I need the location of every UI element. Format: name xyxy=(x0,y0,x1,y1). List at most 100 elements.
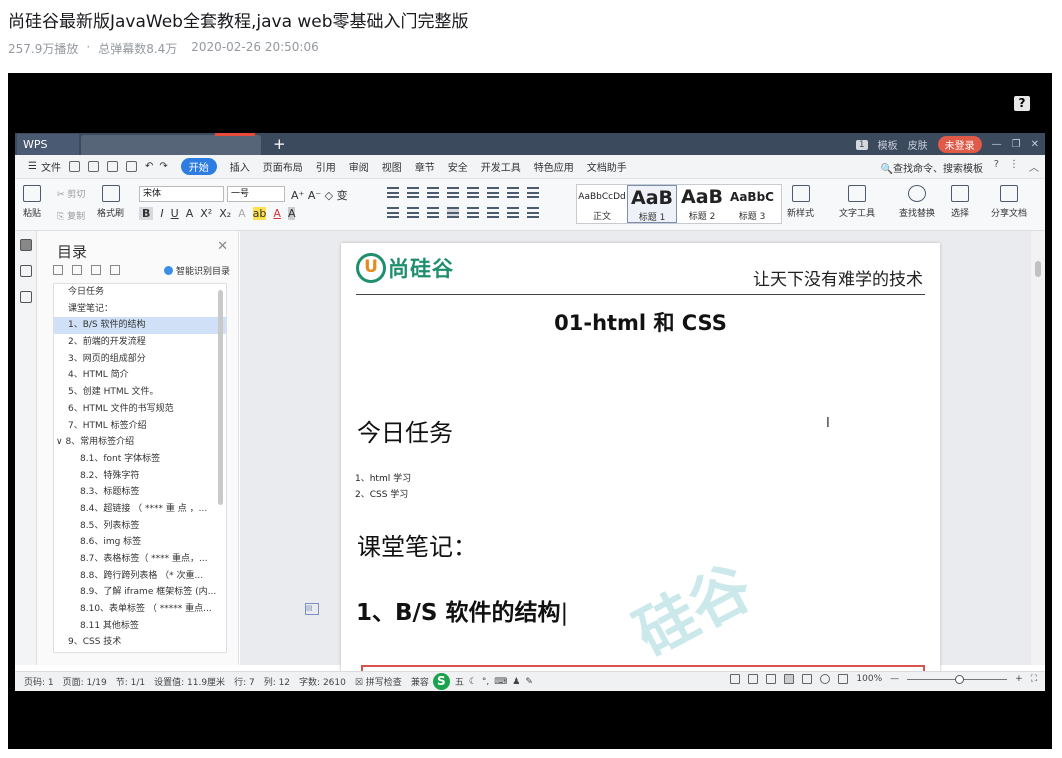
chinese-layout-icon[interactable] xyxy=(467,187,479,198)
video-player[interactable]: ? WPS + 1 模板 皮肤 未登录 — ❐ ✕ ☰ 文件 ↶ ↷ 开始 插入… xyxy=(8,73,1052,749)
zoom-slider[interactable] xyxy=(907,674,1008,684)
user-icon[interactable]: ♟ xyxy=(512,677,520,687)
export-icon[interactable] xyxy=(87,161,99,172)
style-heading2[interactable]: AaB 标题 2 xyxy=(677,185,727,223)
redo-icon[interactable]: ↷ xyxy=(159,161,167,172)
toc-item[interactable]: 8.6、img 标签 xyxy=(54,534,226,551)
zoom-slider-thumb[interactable] xyxy=(955,674,965,684)
tab-chapter[interactable]: 章节 xyxy=(415,159,435,174)
close-icon[interactable]: ✕ xyxy=(1031,139,1039,150)
ime-toolbar[interactable]: S 五 ☾ °, ⌨ ♟ ✎ xyxy=(432,673,533,690)
toc-item[interactable]: 7、HTML 标签介绍 xyxy=(54,418,226,435)
italic-icon[interactable]: I xyxy=(160,207,163,220)
text-tools-button[interactable]: 文字工具 xyxy=(839,185,875,219)
toc-item[interactable]: 8.10、表单标签 （ ***** 重点... xyxy=(54,601,226,618)
paste-button[interactable]: 粘贴 xyxy=(23,185,41,219)
toc-item[interactable]: ∨ 8、常用标签介绍 xyxy=(54,434,226,451)
toc-item[interactable]: 8.7、表格标签（ **** 重点，... xyxy=(54,551,226,568)
format-painter-button[interactable]: 格式刷 xyxy=(97,185,124,219)
line-spacing-icon[interactable] xyxy=(487,207,499,218)
spell-check[interactable]: ☒ 拼写检查 xyxy=(355,675,402,688)
toc-scrollbar[interactable] xyxy=(218,290,223,505)
page-view-icon[interactable] xyxy=(784,674,795,684)
print-icon[interactable] xyxy=(106,161,118,172)
add-icon[interactable] xyxy=(91,265,101,275)
find-replace-button[interactable]: 查找替换 xyxy=(899,185,935,219)
select-button[interactable]: 选择 xyxy=(951,185,969,219)
subscript-icon[interactable]: X₂ xyxy=(219,207,231,220)
fullscreen-icon[interactable] xyxy=(730,674,741,684)
text-effect-icon[interactable]: A xyxy=(238,207,246,220)
show-marks-icon[interactable] xyxy=(507,187,519,198)
toc-item[interactable]: 8.11 其他标签 xyxy=(54,618,226,635)
minimize-icon[interactable]: — xyxy=(992,139,1002,150)
toc-item[interactable]: 8.3、标题标签 xyxy=(54,484,226,501)
toc-item[interactable]: 课堂笔记： xyxy=(54,301,226,318)
align-left-icon[interactable] xyxy=(387,207,399,218)
toc-item[interactable]: 8.5、列表标签 xyxy=(54,518,226,535)
toc-item[interactable]: 8.1、font 字体标签 xyxy=(54,451,226,468)
toc-item[interactable]: 6、HTML 文件的书写规范 xyxy=(54,401,226,418)
zoom-out-icon[interactable]: — xyxy=(890,674,899,684)
superscript-icon[interactable]: X² xyxy=(200,207,212,220)
new-style-button[interactable]: 新样式 xyxy=(787,185,814,219)
toc-item[interactable]: 8.8、跨行跨列表格 （* 次重... xyxy=(54,568,226,585)
collapse-icon[interactable]: ︿ xyxy=(1029,159,1039,174)
close-icon[interactable]: ✕ xyxy=(217,239,228,254)
font-select[interactable]: 宋体 xyxy=(139,186,224,202)
underline-icon[interactable]: U xyxy=(171,207,179,220)
doc-margin-icon[interactable]: ▤ xyxy=(305,603,319,615)
sogou-icon[interactable]: S xyxy=(432,673,450,690)
toc-item[interactable]: 5、创建 HTML 文件。 xyxy=(54,384,226,401)
numbering-icon[interactable] xyxy=(407,187,419,198)
preview-icon[interactable] xyxy=(125,161,137,172)
scroll-thumb[interactable] xyxy=(1035,261,1041,277)
toc-item[interactable]: 8.9、了解 iframe 框架标签 (内... xyxy=(54,584,226,601)
highlight-icon[interactable]: ab xyxy=(252,207,267,220)
toc-item[interactable]: 9、CSS 技术 xyxy=(54,634,226,651)
collapse-level-icon[interactable] xyxy=(72,265,82,275)
toc-item[interactable]: 8.2、特殊字符 xyxy=(54,468,226,485)
status-words[interactable]: 字数: 2610 xyxy=(299,675,346,688)
eye-care-icon[interactable] xyxy=(838,674,849,684)
remove-icon[interactable] xyxy=(110,265,120,275)
toc-nav-icon[interactable] xyxy=(19,239,32,251)
punct-icon[interactable]: °, xyxy=(482,677,489,687)
font-color-icon[interactable]: A xyxy=(273,207,281,220)
toc-item[interactable]: 今日任务 xyxy=(54,284,226,301)
toc-item[interactable]: 4、HTML 简介 xyxy=(54,367,226,384)
style-heading3[interactable]: AaBbC 标题 3 xyxy=(727,185,777,223)
moon-icon[interactable]: ☾ xyxy=(469,677,477,687)
justify-icon[interactable] xyxy=(447,207,459,218)
bullets-icon[interactable] xyxy=(387,187,399,198)
zoom-in-icon[interactable]: + xyxy=(1015,674,1023,684)
borders-icon[interactable] xyxy=(527,207,539,218)
fit-icon[interactable]: ⛶ xyxy=(1031,674,1037,684)
restore-icon[interactable]: ❐ xyxy=(1012,139,1021,150)
tab-review[interactable]: 审阅 xyxy=(349,159,369,174)
align-right-icon[interactable] xyxy=(427,207,439,218)
grow-font-icon[interactable]: A⁺ A⁻ ◇ 变 xyxy=(291,187,348,203)
style-normal[interactable]: AaBbCcDd 正文 xyxy=(577,185,627,223)
login-button[interactable]: 未登录 xyxy=(937,136,982,153)
toc-item[interactable]: 1、B/S 软件的结构 xyxy=(54,317,226,335)
toc-item[interactable]: 8.4、超链接 （ **** 重 点 ，... xyxy=(54,501,226,518)
new-tab-button[interactable]: + xyxy=(273,133,286,155)
share-button[interactable]: 分享文档 xyxy=(991,185,1027,219)
indent-icon[interactable] xyxy=(447,187,459,198)
document-tab[interactable] xyxy=(81,135,261,155)
tools-icon[interactable]: ✎ xyxy=(525,677,533,687)
align-center-icon[interactable] xyxy=(407,207,419,218)
skin-button[interactable]: 皮肤 xyxy=(908,137,928,152)
strikethrough-icon[interactable]: A xyxy=(186,207,194,220)
toc-item[interactable]: 2、前端的开发流程 xyxy=(54,334,226,351)
distribute-icon[interactable] xyxy=(467,207,479,218)
save-icon[interactable] xyxy=(68,161,80,172)
more-icon[interactable]: ⋮ xyxy=(1009,159,1019,174)
document-page[interactable]: U 尚硅谷 让天下没有难学的技术 01-html 和 CSS 硅谷 今日任务 1… xyxy=(341,243,940,673)
tab-security[interactable]: 安全 xyxy=(448,159,468,174)
tab-layout[interactable]: 页面布局 xyxy=(263,159,303,174)
sort-icon[interactable] xyxy=(487,187,499,198)
file-menu[interactable]: 文件 xyxy=(41,159,61,174)
size-select[interactable]: 一号 xyxy=(227,186,285,202)
